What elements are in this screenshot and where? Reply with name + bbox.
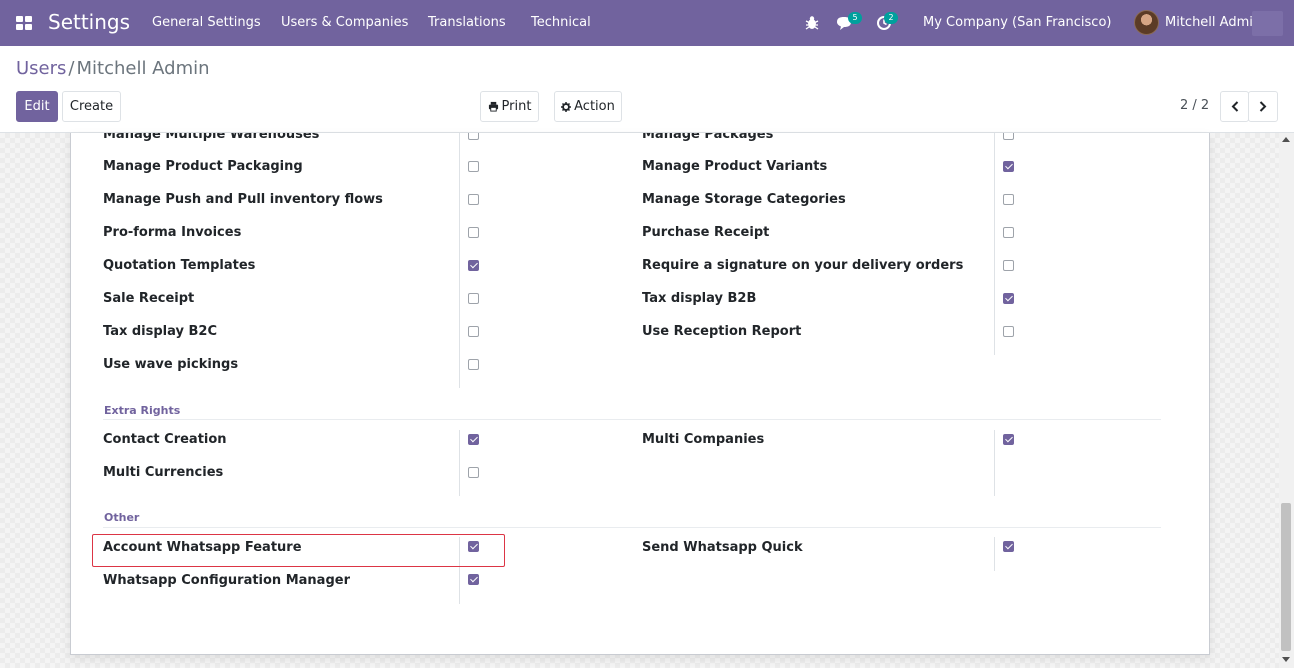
checkbox-product-variants[interactable]	[1003, 161, 1014, 172]
field-label: Manage Product Packaging	[103, 159, 303, 174]
menu-general-settings[interactable]: General Settings	[152, 15, 261, 30]
menu-translations[interactable]: Translations	[428, 15, 506, 30]
field-label: Manage Multiple Warehouses	[103, 133, 320, 142]
column-divider-left	[459, 430, 460, 496]
scroll-up-arrow-icon[interactable]	[1282, 137, 1290, 142]
checkbox-multi-currencies[interactable]	[468, 467, 479, 478]
checkbox-sale-receipt[interactable]	[468, 293, 479, 304]
breadcrumb-users-link[interactable]: Users	[16, 58, 66, 79]
field-label: Tax display B2C	[103, 324, 218, 339]
field-label: Multi Companies	[642, 432, 765, 447]
checkbox-require-signature[interactable]	[1003, 260, 1014, 271]
action-button[interactable]: Action	[554, 91, 622, 122]
pager-value[interactable]: 2 / 2	[1180, 98, 1209, 113]
field-label: Manage Storage Categories	[642, 192, 846, 207]
company-switcher[interactable]: My Company (San Francisco)	[923, 15, 1111, 30]
field-label: Sale Receipt	[103, 291, 195, 306]
field-label: Manage Push and Pull inventory flows	[103, 192, 383, 207]
checkbox-multi-companies[interactable]	[1003, 434, 1014, 445]
section-title-extra-rights: Extra Rights	[104, 404, 181, 417]
field-label: Require a signature on your delivery ord…	[642, 258, 964, 273]
checkbox-push-pull-flows[interactable]	[468, 194, 479, 205]
chevron-right-icon	[1259, 101, 1267, 112]
field-label: Use Reception Report	[642, 324, 802, 339]
checkbox-reception-report[interactable]	[1003, 326, 1014, 337]
chevron-left-icon	[1231, 101, 1238, 112]
gear-icon	[561, 101, 572, 112]
checkbox-whatsapp-configuration-manager[interactable]	[468, 574, 479, 585]
checkbox-contact-creation[interactable]	[468, 434, 479, 445]
menu-users-companies[interactable]: Users & Companies	[281, 15, 408, 30]
vertical-scrollbar[interactable]	[1279, 133, 1294, 668]
breadcrumb-current: Mitchell Admin	[76, 58, 210, 79]
column-divider-right	[994, 537, 995, 571]
checkbox-wave-pickings[interactable]	[468, 359, 479, 370]
breadcrumb: Users / Mitchell Admin	[16, 58, 210, 79]
messages-badge: 5	[848, 12, 862, 24]
print-label: Print	[501, 99, 532, 114]
user-menu[interactable]: Mitchell Admin	[1165, 15, 1261, 30]
checkbox-send-whatsapp-quick[interactable]	[1003, 541, 1014, 552]
column-divider-left	[459, 133, 460, 388]
field-label: Manage Product Variants	[642, 159, 828, 174]
pager-previous-button[interactable]	[1220, 91, 1249, 122]
field-label: Account Whatsapp Feature	[103, 540, 302, 555]
checkbox-pro-forma-invoices[interactable]	[468, 227, 479, 238]
print-button[interactable]: Print	[480, 91, 539, 122]
field-label: Manage Packages	[642, 133, 774, 142]
field-label: Whatsapp Configuration Manager	[103, 573, 350, 588]
breadcrumb-separator: /	[68, 58, 75, 79]
checkbox-tax-display-b2c[interactable]	[468, 326, 479, 337]
field-label: Purchase Receipt	[642, 225, 770, 240]
form-sheet: Manage Multiple Warehouses Manage Produc…	[70, 133, 1210, 655]
checkbox-account-whatsapp-feature[interactable]	[468, 541, 479, 552]
create-button[interactable]: Create	[62, 91, 121, 122]
field-label: Pro-forma Invoices	[103, 225, 242, 240]
column-divider-right	[994, 430, 995, 496]
user-avatar[interactable]	[1134, 10, 1159, 35]
checkbox-purchase-receipt[interactable]	[1003, 227, 1014, 238]
scroll-down-arrow-icon[interactable]	[1282, 657, 1290, 662]
field-label: Send Whatsapp Quick	[642, 540, 803, 555]
field-label: Contact Creation	[103, 432, 227, 447]
checkbox-storage-categories[interactable]	[1003, 194, 1014, 205]
field-label: Multi Currencies	[103, 465, 224, 480]
action-label: Action	[574, 99, 615, 114]
top-navbar: Settings General Settings Users & Compan…	[0, 0, 1294, 46]
menu-technical[interactable]: Technical	[531, 15, 591, 30]
debug-bug-icon[interactable]	[803, 14, 821, 32]
activities-badge: 2	[884, 12, 898, 24]
pager-next-button[interactable]	[1248, 91, 1278, 122]
checkbox-tax-display-b2b[interactable]	[1003, 293, 1014, 304]
section-divider	[103, 527, 1161, 528]
scrollbar-thumb[interactable]	[1281, 503, 1291, 651]
checkbox-manage-product-packaging[interactable]	[468, 161, 479, 172]
checkbox-quotation-templates[interactable]	[468, 260, 479, 271]
checkbox-manage-multiple-warehouses[interactable]	[468, 133, 479, 140]
checkbox-manage-packages[interactable]	[1003, 133, 1014, 140]
control-panel: Users / Mitchell Admin Edit Create Print A…	[0, 46, 1294, 133]
app-title[interactable]: Settings	[48, 10, 130, 34]
apps-grid-icon[interactable]	[16, 16, 32, 30]
section-title-other: Other	[104, 511, 140, 524]
section-divider	[103, 419, 1161, 420]
field-label: Quotation Templates	[103, 258, 256, 273]
navbar-extra-slot	[1252, 11, 1283, 36]
edit-button[interactable]: Edit	[16, 91, 58, 122]
field-label: Use wave pickings	[103, 357, 239, 372]
print-icon	[488, 101, 498, 112]
column-divider-right	[994, 133, 995, 355]
field-label: Tax display B2B	[642, 291, 757, 306]
